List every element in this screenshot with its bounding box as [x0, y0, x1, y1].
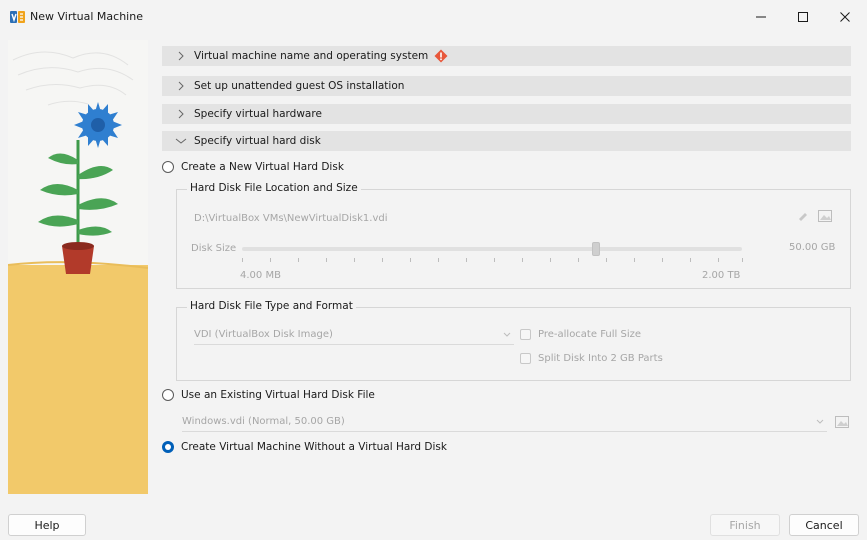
- section-label: Virtual machine name and operating syste…: [194, 50, 429, 62]
- browse-folder-icon[interactable]: [817, 208, 833, 227]
- section-virtual-hardware[interactable]: Specify virtual hardware: [162, 104, 851, 124]
- create-new-disk-label: Create a New Virtual Hard Disk: [181, 161, 344, 173]
- disk-size-label: Disk Size: [191, 243, 237, 254]
- wizard-footer: Help Finish Cancel: [0, 494, 867, 540]
- preallocate-option[interactable]: Pre-allocate Full Size: [520, 329, 641, 340]
- disk-size-slider-handle[interactable]: [592, 242, 600, 256]
- disk-type-selected-value: VDI (VirtualBox Disk Image): [194, 329, 333, 340]
- minimize-button[interactable]: [738, 0, 784, 34]
- browse-existing-disk-icon[interactable]: [834, 414, 850, 433]
- preallocate-label: Pre-allocate Full Size: [538, 329, 641, 340]
- existing-disk-select[interactable]: Windows.vdi (Normal, 50.00 GB): [182, 412, 827, 432]
- type-format-group-title: Hard Disk File Type and Format: [187, 300, 356, 312]
- section-name-and-os[interactable]: Virtual machine name and operating syste…: [162, 46, 851, 66]
- chevron-down-icon: [815, 416, 825, 429]
- slider-min-label: 4.00 MB: [240, 270, 281, 281]
- disk-size-value[interactable]: 50.00 GB: [789, 242, 835, 253]
- section-label: Specify virtual hardware: [194, 108, 322, 120]
- close-button[interactable]: [822, 0, 867, 34]
- window-title: New Virtual Machine: [30, 10, 143, 23]
- section-virtual-hard-disk[interactable]: Specify virtual hard disk: [162, 131, 851, 151]
- split-disk-checkbox[interactable]: [520, 353, 531, 364]
- section-label: Set up unattended guest OS installation: [194, 80, 405, 92]
- chevron-right-icon: [174, 49, 188, 63]
- split-disk-label: Split Disk Into 2 GB Parts: [538, 353, 663, 364]
- type-format-group: Hard Disk File Type and Format VDI (Virt…: [176, 300, 851, 381]
- section-unattended-install[interactable]: Set up unattended guest OS installation: [162, 76, 851, 96]
- finish-button[interactable]: Finish: [710, 514, 780, 536]
- cancel-button[interactable]: Cancel: [789, 514, 859, 536]
- wizard-illustration: [8, 40, 148, 494]
- clear-path-icon[interactable]: [797, 210, 809, 225]
- existing-disk-selected-value: Windows.vdi (Normal, 50.00 GB): [182, 416, 345, 427]
- location-size-group: Hard Disk File Location and Size D:\Virt…: [176, 182, 851, 289]
- title-bar: New Virtual Machine: [0, 0, 867, 34]
- location-size-group-title: Hard Disk File Location and Size: [187, 182, 361, 194]
- use-existing-disk-option[interactable]: Use an Existing Virtual Hard Disk File: [162, 389, 375, 401]
- chevron-right-icon: [174, 107, 188, 121]
- help-button[interactable]: Help: [8, 514, 86, 536]
- preallocate-checkbox[interactable]: [520, 329, 531, 340]
- no-disk-option[interactable]: Create Virtual Machine Without a Virtual…: [162, 441, 447, 453]
- no-disk-label: Create Virtual Machine Without a Virtual…: [181, 441, 447, 453]
- create-new-disk-option[interactable]: Create a New Virtual Hard Disk: [162, 161, 344, 173]
- no-disk-radio[interactable]: [162, 441, 174, 453]
- wizard-content: Virtual machine name and operating syste…: [150, 34, 867, 494]
- chevron-down-icon: [174, 134, 188, 148]
- maximize-button[interactable]: [780, 0, 826, 34]
- chevron-down-icon: [502, 329, 512, 342]
- use-existing-disk-radio[interactable]: [162, 389, 174, 401]
- chevron-right-icon: [174, 79, 188, 93]
- section-label: Specify virtual hard disk: [194, 135, 321, 147]
- split-disk-option[interactable]: Split Disk Into 2 GB Parts: [520, 353, 663, 364]
- disk-file-path-field[interactable]: D:\VirtualBox VMs\NewVirtualDisk1.vdi: [194, 213, 387, 224]
- virtualbox-app-icon: [10, 10, 26, 24]
- slider-max-label: 2.00 TB: [702, 270, 741, 281]
- warning-icon: [434, 49, 448, 63]
- disk-size-slider-track[interactable]: [242, 247, 742, 251]
- use-existing-disk-label: Use an Existing Virtual Hard Disk File: [181, 389, 375, 401]
- disk-type-select[interactable]: VDI (VirtualBox Disk Image): [194, 325, 514, 345]
- create-new-disk-radio[interactable]: [162, 161, 174, 173]
